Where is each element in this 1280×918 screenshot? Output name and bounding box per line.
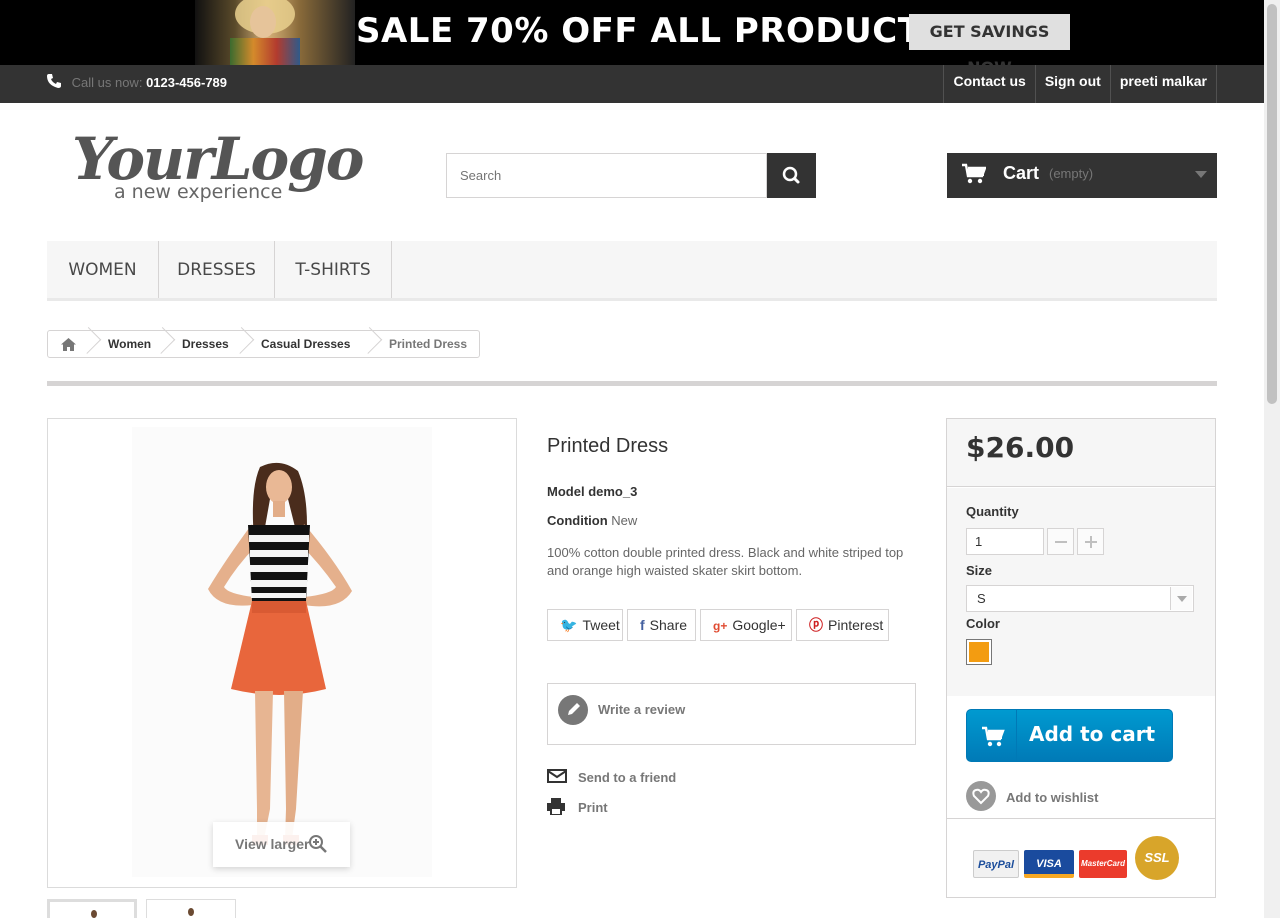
breadcrumb-dresses[interactable]: Dresses — [148, 327, 241, 357]
pinterest-label: Pinterest — [828, 617, 884, 633]
tweet-label: Tweet — [582, 617, 620, 633]
breadcrumb-label: Women — [108, 337, 152, 351]
chevron-down-icon — [1170, 587, 1192, 610]
ssl-badge: SSL — [1135, 836, 1179, 880]
facebook-icon: f — [640, 617, 645, 633]
write-review-link[interactable]: Write a review — [598, 702, 685, 717]
twitter-icon: 🐦 — [560, 617, 578, 633]
price-bar: $26.00 — [947, 419, 1215, 487]
quantity-label: Quantity — [966, 504, 1019, 519]
divider — [47, 381, 1217, 386]
wishlist-label: Add to wishlist — [1006, 790, 1099, 805]
scrollbar-thumb[interactable] — [1267, 4, 1277, 404]
pencil-icon — [558, 695, 588, 725]
account-link[interactable]: preeti malkar — [1109, 65, 1217, 103]
product-title: Printed Dress — [547, 435, 669, 457]
phone-icon — [47, 74, 61, 88]
search-icon — [782, 166, 800, 184]
zoom-in-icon — [309, 835, 327, 853]
logo-tagline: a new experience — [114, 181, 283, 203]
printer-icon — [547, 798, 565, 815]
user-links: Contact us Sign out preeti malkar — [943, 65, 1217, 103]
banner-headline: SALE 70% OFF ALL PRODUCTS — [356, 11, 947, 51]
print-label: Print — [578, 800, 608, 815]
breadcrumb-current: Printed Dress — [355, 327, 479, 357]
pinterest-icon: ⓟ — [809, 617, 823, 633]
write-review-box[interactable]: Write a review — [547, 683, 916, 745]
search-bar — [446, 153, 816, 198]
product-thumbnail[interactable] — [146, 899, 236, 918]
model-value: demo_3 — [588, 484, 638, 499]
size-value: S — [977, 591, 986, 606]
product-condition: Condition New — [547, 513, 637, 528]
mastercard-logo: MasterCard — [1079, 850, 1127, 878]
menu-item-dresses[interactable]: DRESSES — [159, 241, 275, 298]
product-thumbnail[interactable] — [47, 899, 137, 918]
call-us-label: Call us now: — [71, 75, 143, 90]
cart-label: Cart — [1003, 163, 1040, 183]
menu-item-tshirts[interactable]: T-SHIRTS — [275, 241, 392, 298]
color-swatch-orange[interactable] — [966, 639, 992, 665]
banner-model-image — [195, 0, 355, 65]
condition-label: Condition — [547, 513, 608, 528]
product-description: 100% cotton double printed dress. Black … — [547, 545, 904, 578]
google-plus-icon: g+ — [713, 619, 728, 633]
pinterest-button[interactable]: ⓟ Pinterest — [796, 609, 889, 641]
cart-icon-box — [967, 710, 1017, 761]
product-reference: Model demo_3 — [547, 484, 637, 499]
page: SALE 70% OFF ALL PRODUCTS GET SAVINGS NO… — [0, 0, 1264, 918]
tweet-button[interactable]: 🐦 Tweet — [547, 609, 623, 641]
share-label: Share — [649, 617, 688, 633]
chevron-down-icon — [1195, 171, 1207, 178]
google-plus-label: Google+ — [732, 617, 786, 633]
cart-status: (empty) — [1049, 166, 1094, 181]
envelope-icon — [547, 769, 567, 783]
top-nav: Call us now: 0123-456-789 Contact us Sig… — [0, 65, 1264, 103]
model-label: Model — [547, 484, 585, 499]
home-icon — [60, 337, 76, 351]
site-logo[interactable]: YourLogo a new experience — [72, 125, 364, 210]
view-larger-button[interactable]: View larger — [213, 822, 350, 867]
condition-value: New — [611, 513, 638, 528]
breadcrumb: Women Dresses Casual Dresses Printed Dre… — [47, 327, 481, 358]
quantity-decrease-button[interactable] — [1047, 528, 1074, 555]
product-photo — [132, 427, 432, 877]
quantity-input[interactable]: 1 — [966, 528, 1044, 555]
get-savings-button[interactable]: GET SAVINGS NOW — [909, 14, 1070, 65]
send-to-friend-label: Send to a friend — [578, 770, 677, 785]
share-button[interactable]: f Share — [627, 609, 696, 641]
paypal-logo: PayPal — [973, 850, 1019, 878]
search-input[interactable] — [446, 153, 767, 198]
call-us: Call us now: 0123-456-789 — [46, 65, 227, 103]
size-select[interactable]: S — [966, 585, 1194, 612]
quantity-increase-button[interactable] — [1077, 528, 1104, 555]
promo-banner[interactable]: SALE 70% OFF ALL PRODUCTS GET SAVINGS NO… — [0, 0, 1264, 65]
add-to-cart-label: Add to cart — [1029, 722, 1156, 746]
visa-logo: VISA — [1024, 850, 1074, 878]
breadcrumb-label: Printed Dress — [389, 337, 468, 351]
product-image[interactable] — [47, 418, 517, 888]
page-scrollbar[interactable] — [1264, 0, 1280, 918]
search-button[interactable] — [767, 153, 816, 198]
breadcrumb-label: Casual Dresses — [261, 337, 351, 351]
add-to-cart-button[interactable]: Add to cart — [966, 709, 1173, 762]
main-menu: WOMEN DRESSES T-SHIRTS — [47, 241, 1217, 301]
breadcrumb-label: Dresses — [182, 337, 229, 351]
phone-number: 0123-456-789 — [146, 75, 228, 90]
cart-block[interactable]: Cart (empty) — [947, 153, 1217, 198]
size-label: Size — [966, 563, 993, 578]
google-plus-button[interactable]: g+ Google+ — [700, 609, 792, 641]
contact-us-link[interactable]: Contact us — [943, 65, 1034, 103]
cart-icon — [982, 726, 1005, 747]
breadcrumb-casual-dresses[interactable]: Casual Dresses — [227, 327, 369, 357]
payment-logos: PayPal VISA MasterCard SSL — [947, 818, 1215, 897]
menu-item-women[interactable]: WOMEN — [47, 241, 159, 298]
cart-icon — [962, 163, 986, 184]
product-price: $26.00 — [966, 431, 1075, 464]
sign-out-link[interactable]: Sign out — [1034, 65, 1110, 103]
heart-icon — [966, 781, 996, 811]
buy-box: $26.00 Quantity 1 Size S Color Add to ca… — [946, 418, 1216, 898]
view-larger-label: View larger — [235, 836, 310, 852]
color-label: Color — [966, 616, 1000, 631]
